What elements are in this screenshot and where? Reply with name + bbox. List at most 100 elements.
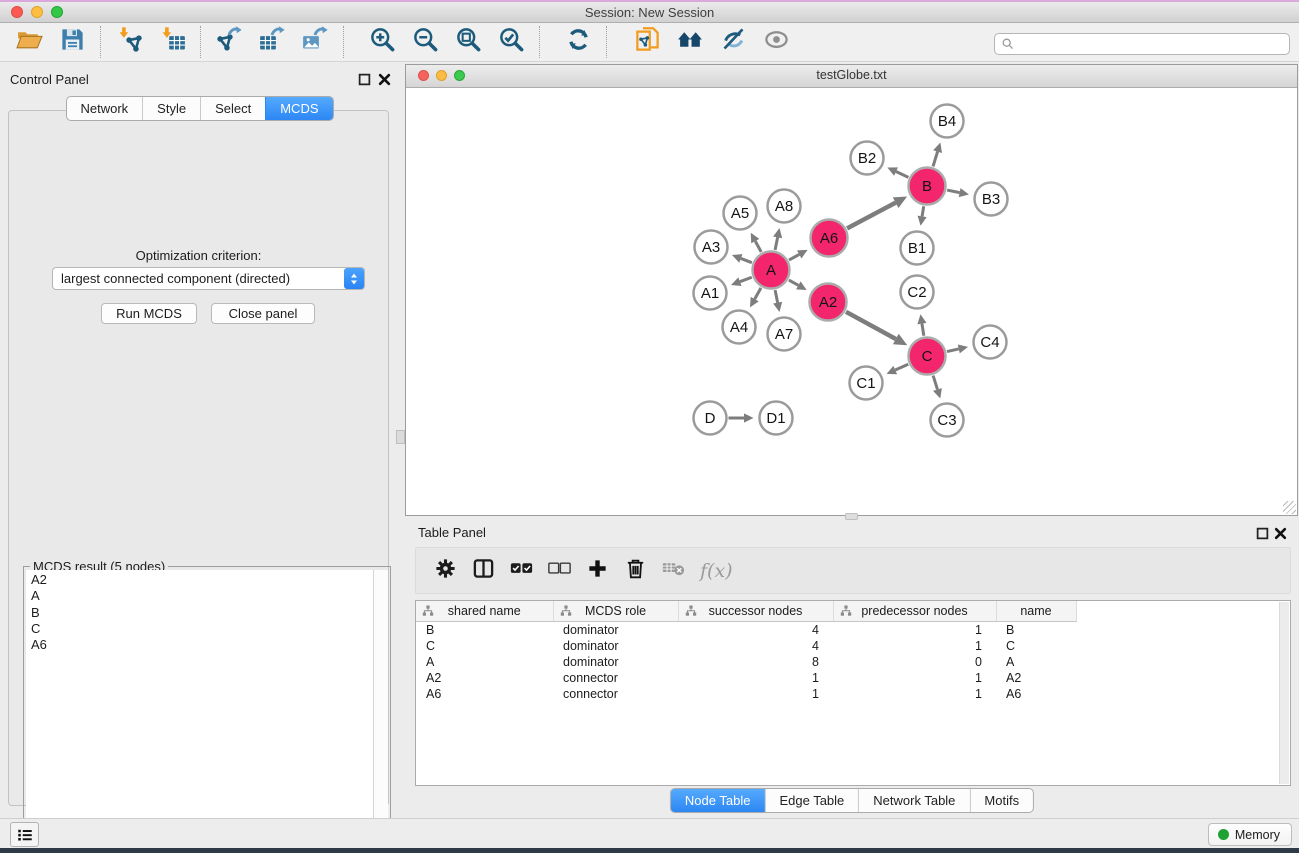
column-header-mcds-role[interactable]: MCDS role: [553, 601, 678, 622]
copy-network-button[interactable]: [626, 23, 669, 61]
horizontal-splitter-handle[interactable]: [845, 513, 858, 520]
import-network-button[interactable]: [108, 23, 151, 61]
zoom-in-button[interactable]: [361, 23, 404, 61]
graph-edge-C-C2[interactable]: [922, 324, 924, 336]
cell-predecessor-nodes[interactable]: 1: [833, 622, 996, 639]
table-row[interactable]: Cdominator41C: [416, 638, 1290, 654]
graph-edge-B-B3[interactable]: [947, 190, 960, 193]
cell-predecessor-nodes[interactable]: 1: [833, 670, 996, 686]
graph-edge-A-A7[interactable]: [775, 290, 778, 303]
cell-shared-name[interactable]: C: [416, 638, 553, 654]
tab-node-table[interactable]: Node Table: [671, 789, 765, 812]
run-mcds-button[interactable]: Run MCDS: [101, 303, 197, 324]
optimization-select[interactable]: largest connected component (directed): [52, 267, 365, 290]
export-network-button[interactable]: [208, 23, 251, 61]
cell-predecessor-nodes[interactable]: 1: [833, 638, 996, 654]
add-column-button[interactable]: [578, 551, 616, 591]
split-view-button[interactable]: [464, 551, 502, 591]
import-table-button[interactable]: [151, 23, 194, 61]
result-item[interactable]: C: [31, 621, 373, 637]
graph-edge-C-C4[interactable]: [947, 349, 959, 352]
search-input[interactable]: [1015, 37, 1289, 52]
memory-button[interactable]: Memory: [1208, 823, 1292, 846]
table-float-icon[interactable]: [1256, 527, 1269, 540]
cell-successor-nodes[interactable]: 1: [678, 686, 833, 702]
refresh-view-button[interactable]: [557, 23, 600, 61]
cell-name[interactable]: A2: [996, 670, 1076, 686]
tab-motifs[interactable]: Motifs: [969, 789, 1033, 812]
export-table-button[interactable]: [251, 23, 294, 61]
result-item[interactable]: B: [31, 605, 373, 621]
cell-name[interactable]: A6: [996, 686, 1076, 702]
tab-edge-table[interactable]: Edge Table: [764, 789, 858, 812]
network-minimize-button[interactable]: [436, 70, 447, 81]
cell-mcds-role[interactable]: dominator: [553, 638, 678, 654]
hide-details-button[interactable]: [712, 23, 755, 61]
panel-splitter-handle[interactable]: [396, 430, 405, 444]
graph-edge-B-B1[interactable]: [922, 206, 924, 216]
network-canvas[interactable]: B4B2BB3A8A5A6A3B1AC2A1A2A4A7C4CC1DD1C3: [406, 87, 1297, 515]
tab-select[interactable]: Select: [200, 97, 265, 120]
cell-shared-name[interactable]: A: [416, 654, 553, 670]
graph-edge-A-A4[interactable]: [755, 288, 761, 299]
cell-mcds-role[interactable]: dominator: [553, 654, 678, 670]
save-session-button[interactable]: [51, 23, 94, 61]
column-header-name[interactable]: name: [996, 601, 1076, 622]
column-header-successor-nodes[interactable]: successor nodes: [678, 601, 833, 622]
open-file-button[interactable]: [8, 23, 51, 61]
delete-column-button[interactable]: [616, 551, 654, 591]
result-item[interactable]: A: [31, 588, 373, 604]
cell-mcds-role[interactable]: connector: [553, 686, 678, 702]
cell-mcds-role[interactable]: dominator: [553, 622, 678, 639]
export-image-button[interactable]: [294, 23, 337, 61]
network-window-titlebar[interactable]: testGlobe.txt: [406, 65, 1297, 88]
deselect-all-button[interactable]: [540, 551, 578, 591]
graph-edge-C-C1[interactable]: [895, 364, 908, 370]
cell-name[interactable]: A: [996, 654, 1076, 670]
cell-successor-nodes[interactable]: 1: [678, 670, 833, 686]
graph-edge-C-C3[interactable]: [933, 376, 937, 390]
graph-edge-B-B2[interactable]: [896, 172, 908, 178]
graph-edge-B-B4[interactable]: [933, 152, 938, 167]
table-scrollbar[interactable]: [1279, 602, 1289, 784]
cell-successor-nodes[interactable]: 4: [678, 638, 833, 654]
tab-style[interactable]: Style: [142, 97, 200, 120]
graph-edge-A-A8[interactable]: [775, 237, 778, 250]
cell-predecessor-nodes[interactable]: 1: [833, 686, 996, 702]
table-row[interactable]: A6connector11A6: [416, 686, 1290, 702]
cell-shared-name[interactable]: B: [416, 622, 553, 639]
graph-edge-A2-C[interactable]: [846, 312, 896, 339]
graph-edge-A-A3[interactable]: [741, 258, 752, 262]
search-box[interactable]: [994, 33, 1290, 55]
home-button[interactable]: [669, 23, 712, 61]
tab-network-table[interactable]: Network Table: [858, 789, 969, 812]
result-item[interactable]: A2: [31, 572, 373, 588]
zoom-out-button[interactable]: [404, 23, 447, 61]
graph-edge-A-A6[interactable]: [789, 254, 799, 260]
close-panel-button[interactable]: Close panel: [211, 303, 315, 324]
float-panel-icon[interactable]: [358, 73, 371, 86]
column-header-shared-name[interactable]: shared name: [416, 601, 553, 622]
network-close-button[interactable]: [418, 70, 429, 81]
task-history-button[interactable]: [10, 822, 39, 847]
cell-successor-nodes[interactable]: 4: [678, 622, 833, 639]
zoom-fit-button[interactable]: [447, 23, 490, 61]
graph-edge-A-A5[interactable]: [755, 241, 761, 252]
zoom-selected-button[interactable]: [490, 23, 533, 61]
select-all-button[interactable]: [502, 551, 540, 591]
cell-name[interactable]: B: [996, 622, 1076, 639]
close-panel-icon[interactable]: [378, 73, 391, 86]
cell-mcds-role[interactable]: connector: [553, 670, 678, 686]
column-header-predecessor-nodes[interactable]: predecessor nodes: [833, 601, 996, 622]
cell-name[interactable]: C: [996, 638, 1076, 654]
result-scrollbar[interactable]: [373, 570, 388, 853]
graph-edge-A-A1[interactable]: [740, 277, 752, 281]
birds-eye-button[interactable]: [755, 23, 798, 61]
cell-shared-name[interactable]: A2: [416, 670, 553, 686]
cell-shared-name[interactable]: A6: [416, 686, 553, 702]
graph-edge-A-A2[interactable]: [789, 280, 798, 285]
tab-mcds[interactable]: MCDS: [265, 97, 332, 120]
graph-edge-A6-B[interactable]: [847, 203, 896, 229]
result-item[interactable]: A6: [31, 637, 373, 653]
cell-successor-nodes[interactable]: 8: [678, 654, 833, 670]
